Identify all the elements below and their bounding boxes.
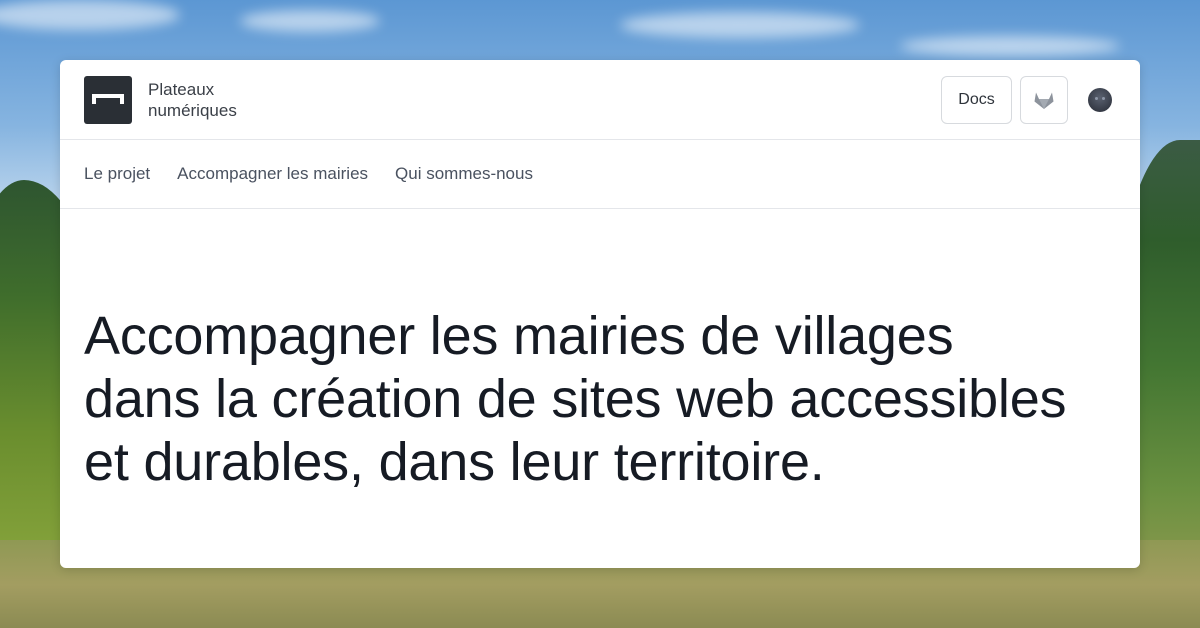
docs-button[interactable]: Docs: [941, 75, 1012, 124]
site-card: Plateaux numériques Docs Le projet Accom…: [60, 60, 1140, 568]
hero-line-1: Accompagner les mairies de villages: [84, 306, 954, 366]
cloud: [900, 36, 1120, 56]
site-logo[interactable]: [84, 75, 132, 124]
site-header: Plateaux numériques Docs: [60, 60, 1140, 140]
hero-title: Accompagner les mairies de villages dans…: [84, 305, 1116, 494]
cloud: [620, 12, 860, 38]
nav-item-le-projet[interactable]: Le projet: [84, 164, 150, 184]
hero-line-2: dans la création de sites web accessible…: [84, 369, 1067, 429]
gitlab-button[interactable]: [1020, 75, 1068, 124]
brand-name[interactable]: Plateaux numériques: [148, 79, 237, 121]
brand-line-2: numériques: [148, 100, 237, 120]
gitlab-icon: [1034, 92, 1054, 109]
brand-line-1: Plateaux: [148, 79, 215, 99]
user-avatar[interactable]: [1088, 87, 1112, 112]
nav-item-qui-sommes-nous[interactable]: Qui sommes-nous: [395, 164, 533, 184]
cloud: [240, 10, 380, 32]
logo-mark-icon: [92, 93, 124, 104]
nav-item-accompagner-les-mairies[interactable]: Accompagner les mairies: [177, 164, 368, 184]
hero: Accompagner les mairies de villages dans…: [60, 305, 1140, 494]
main-nav: Le projet Accompagner les mairies Qui so…: [60, 140, 1140, 209]
hero-line-3: et durables, dans leur territoire.: [84, 432, 825, 492]
